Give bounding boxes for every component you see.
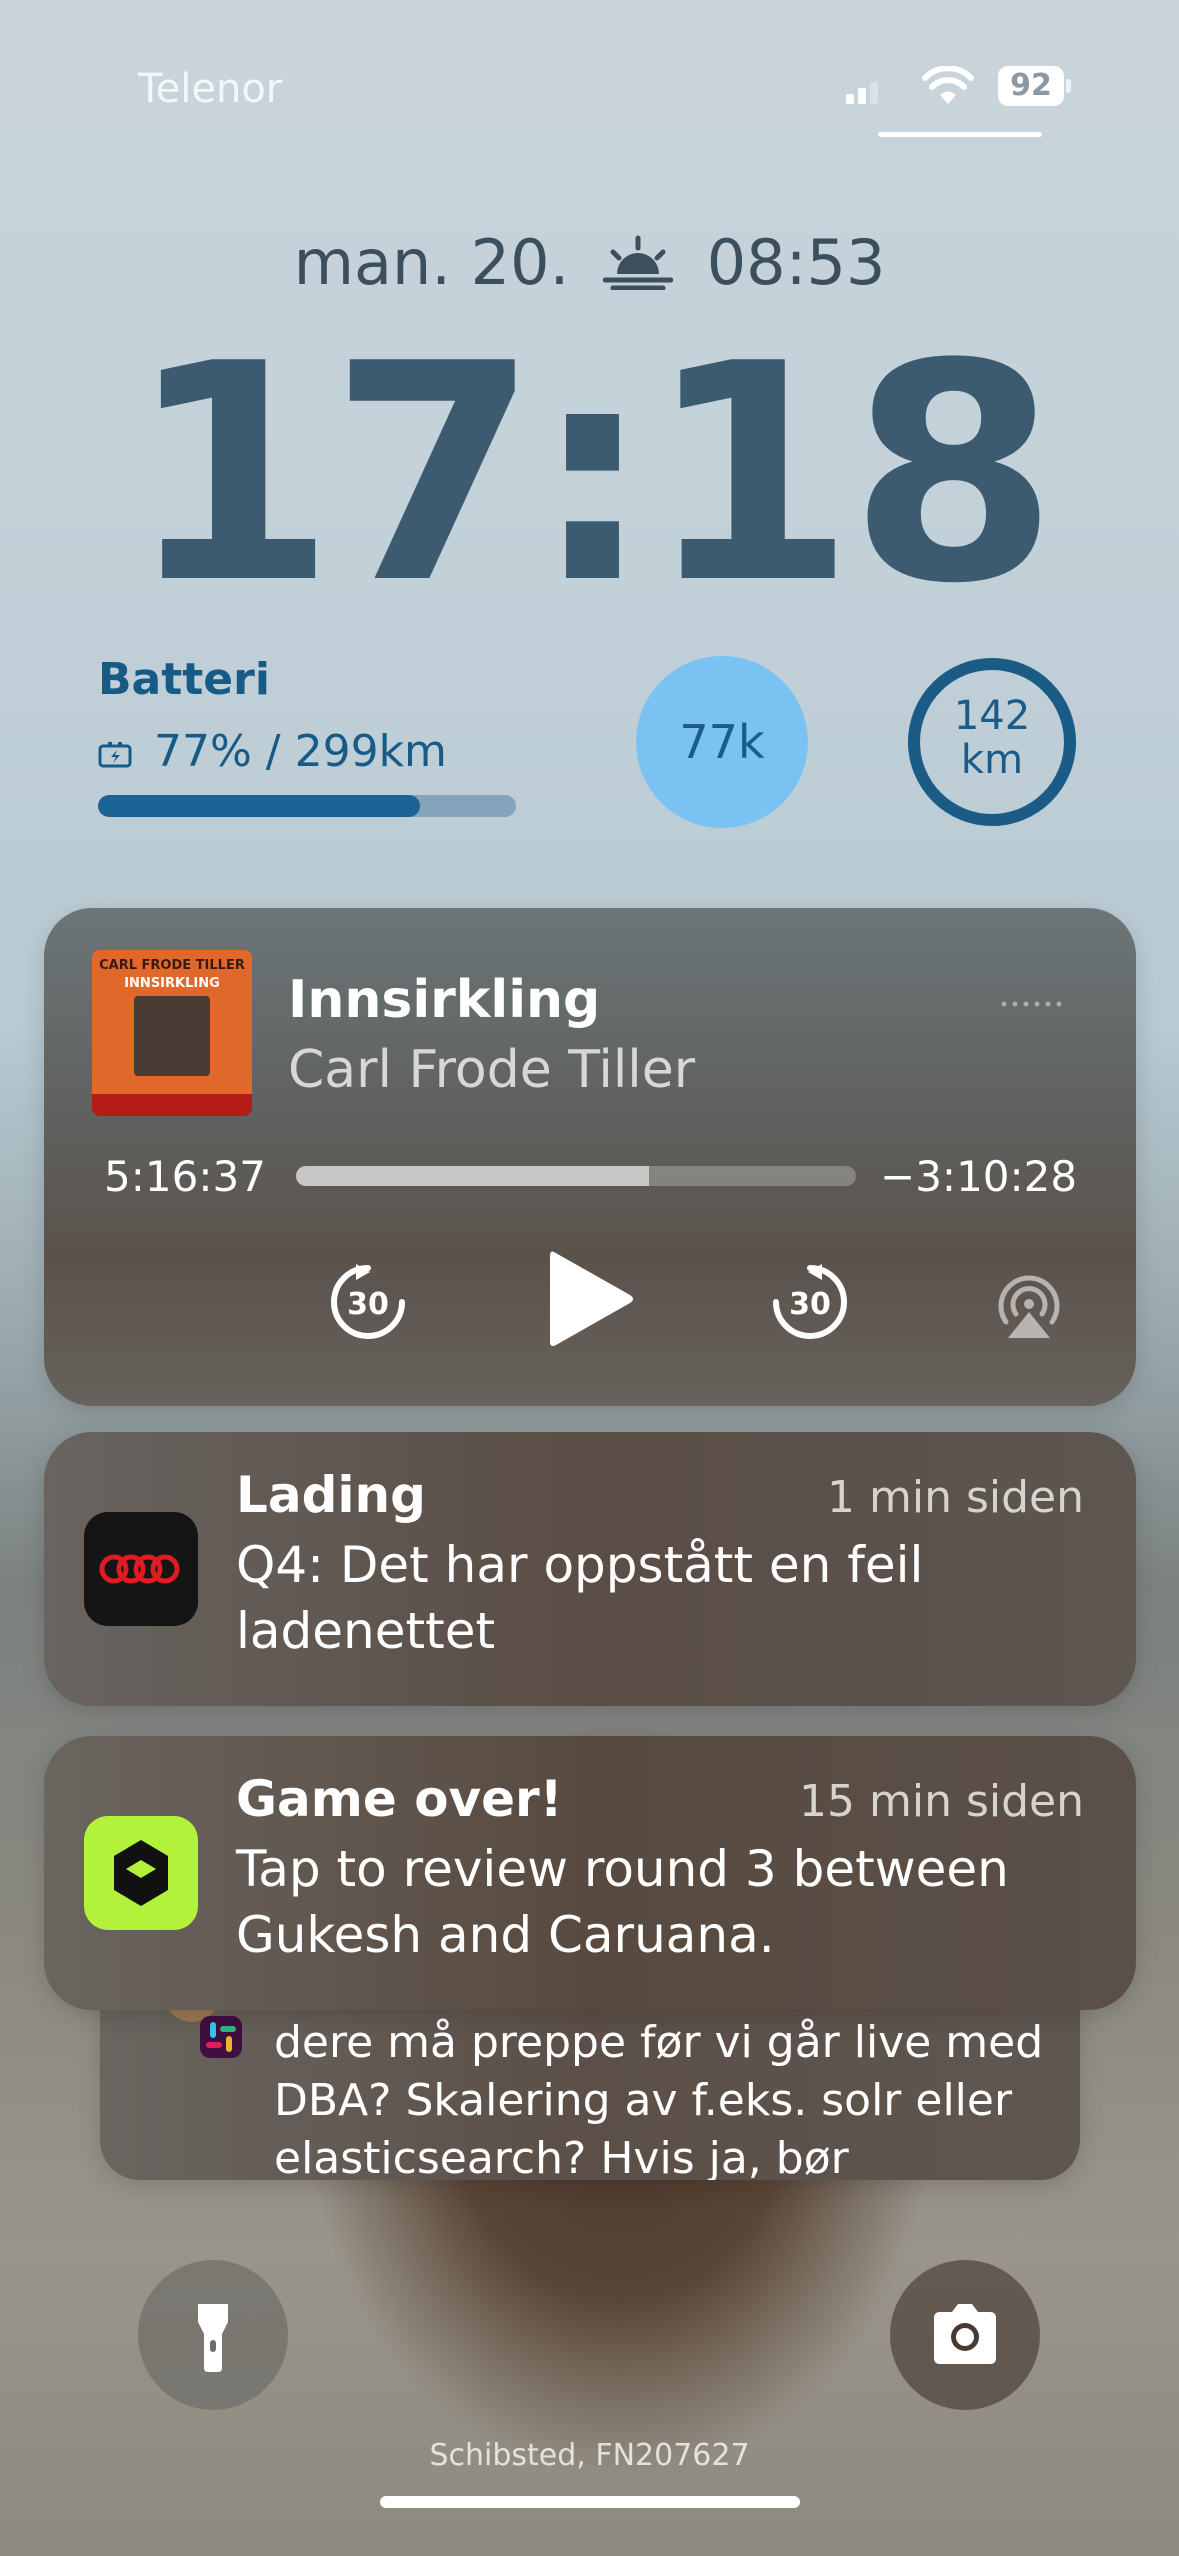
skip-back-seconds: 30 — [347, 1287, 389, 1322]
scrubber-fill — [296, 1166, 649, 1186]
battery-icon: 92 — [998, 66, 1072, 106]
notification-time: 15 min siden — [799, 1776, 1084, 1827]
track-title: Innsirkling — [288, 970, 601, 1030]
sunrise-icon — [603, 235, 673, 290]
cellular-signal-icon — [846, 76, 880, 104]
date-line: man. 20. 08:53 — [0, 226, 1179, 299]
sunrise-time: 08:53 — [706, 226, 886, 299]
range-ring-unit: km — [960, 737, 1024, 783]
bubble-widget[interactable]: 77k — [636, 656, 808, 828]
artwork-author: CARL FRODE TILLER — [99, 958, 245, 973]
camera-button[interactable] — [890, 2260, 1040, 2410]
control-center-grabber[interactable] — [878, 132, 1042, 137]
battery-widget-bar-fill — [98, 795, 420, 817]
artwork-title: INNSIRKLING — [124, 976, 220, 991]
scrubber[interactable] — [296, 1166, 856, 1186]
notification-body: Q4: Det har oppstått en feil ladenettet — [236, 1536, 924, 1660]
skip-forward-30-icon: 30 — [773, 1264, 847, 1339]
skip-forward-seconds: 30 — [789, 1287, 831, 1322]
range-ring-value: 142 — [953, 693, 1031, 739]
battery-widget-bar — [98, 795, 516, 817]
flashlight-icon — [198, 2304, 228, 2372]
notification-title: Game over! — [236, 1770, 563, 1828]
camera-icon — [934, 2304, 996, 2364]
battery-widget-title[interactable]: Batteri — [98, 654, 270, 705]
airplay-button[interactable] — [994, 1272, 1064, 1340]
elapsed-time: 5:16:37 — [104, 1152, 266, 1201]
play-button[interactable] — [540, 1244, 640, 1354]
play-icon — [550, 1251, 633, 1346]
lock-clock[interactable]: 17:18 — [0, 325, 1179, 625]
battery-widget-value-row[interactable]: 77% / 299km — [98, 726, 447, 777]
wifi-icon — [922, 66, 974, 104]
remaining-time: −3:10:28 — [880, 1152, 1078, 1201]
now-playing-card[interactable]: CARL FRODE TILLER INNSIRKLING Innsirklin… — [44, 908, 1136, 1406]
notification-game-over[interactable]: Game over! 15 min siden Tap to review ro… — [44, 1736, 1136, 2010]
home-indicator[interactable] — [380, 2496, 800, 2508]
skip-back-button[interactable]: 30 — [326, 1260, 410, 1344]
track-artist: Carl Frode Tiller — [288, 1040, 696, 1100]
skip-back-30-icon: 30 — [331, 1264, 405, 1339]
slack-icon — [200, 2016, 242, 2058]
charging-battery-icon — [98, 742, 132, 768]
audio-wave-icon — [1001, 1001, 1062, 1007]
album-artwork[interactable]: CARL FRODE TILLER INNSIRKLING — [92, 950, 252, 1116]
flashlight-button[interactable] — [138, 2260, 288, 2410]
airplay-icon — [998, 1275, 1060, 1338]
notification-title: Lading — [236, 1466, 426, 1524]
notification-time: 1 min siden — [827, 1472, 1084, 1523]
notification-body: Tap to review round 3 between Gukesh and… — [236, 1840, 1009, 1964]
skip-forward-button[interactable]: 30 — [768, 1260, 852, 1344]
carrier-label: Telenor — [138, 66, 283, 112]
audi-icon — [84, 1512, 198, 1626]
date-label: man. 20. — [293, 226, 570, 299]
notification-lading[interactable]: Lading 1 min siden Q4: Det har oppstått … — [44, 1432, 1136, 1706]
battery-level: 92 — [998, 66, 1064, 106]
battery-widget-value: 77% / 299km — [154, 726, 447, 777]
lock-screen-footer: Schibsted, FN207627 — [429, 2438, 750, 2473]
range-ring-widget[interactable]: 142 km — [906, 656, 1078, 828]
chess-app-icon — [84, 1816, 198, 1930]
